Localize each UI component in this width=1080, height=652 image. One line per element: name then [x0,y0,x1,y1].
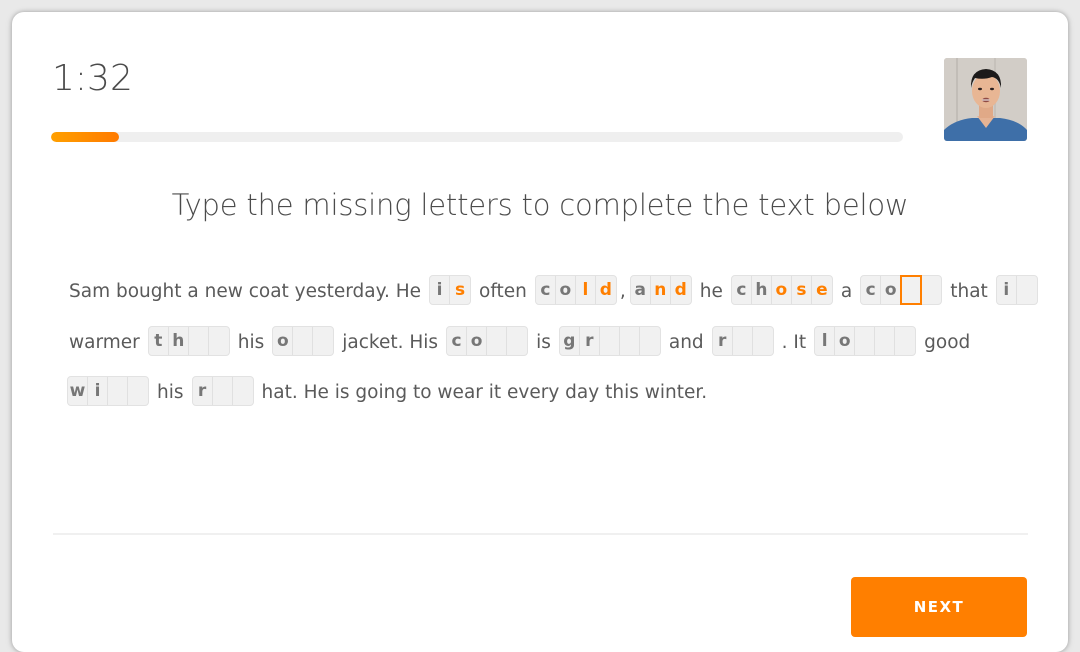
given-letter-cell: r [580,326,600,355]
given-letter-cell: c [861,276,882,304]
passage-text-segment: his [157,382,184,403]
given-letter-cell: h [169,326,189,355]
letter-cell[interactable] [293,326,314,355]
letter-cell[interactable] [1017,276,1037,304]
active-letter-cell[interactable] [900,275,923,305]
next-button[interactable]: NEXT [851,577,1027,637]
passage-text-segment: and [668,331,704,353]
passage-text-segment: a [840,281,853,302]
passage-text-segment: , [619,281,626,302]
letter-cell[interactable] [620,326,640,355]
passage-text-segment: he [699,281,723,302]
letter-cell[interactable] [640,327,660,355]
letter-cell[interactable] [753,327,773,355]
missing-letters-input[interactable]: r [711,325,774,356]
missing-letters-input[interactable]: is [429,275,471,305]
letter-cell[interactable] [213,377,233,405]
letter-cell[interactable]: l [576,276,596,304]
passage-text-segment: . It [781,331,807,353]
letter-cell[interactable] [108,377,128,405]
passage-text-segment: that [950,281,988,302]
given-letter-cell: w [68,377,88,405]
letter-cell[interactable] [921,276,941,304]
test-card: 1:32 Type the missing letters to complet… [12,12,1068,652]
passage-text-segment: is [536,331,551,353]
missing-letters-input[interactable]: wi [67,376,149,406]
missing-letters-input[interactable]: lo [814,325,917,356]
letter-cell[interactable]: n [651,276,671,304]
given-letter-cell: c [536,276,556,304]
letter-cell[interactable]: d [596,276,616,304]
webcam-avatar [944,58,1027,141]
given-letter-cell: i [997,276,1017,304]
footer-divider [53,533,1028,535]
given-letter-cell: h [752,276,772,304]
given-letter-cell: c [732,276,752,304]
missing-letters-input[interactable]: th [147,325,230,356]
countdown-timer: 1:32 [52,58,133,99]
letter-cell[interactable]: o [772,276,792,304]
letter-cell[interactable] [895,327,915,355]
letter-cell[interactable]: e [812,276,832,304]
given-letter-cell: o [881,276,902,304]
passage-text: Sam bought a new coat yesterday. He i s oft… [64,267,1044,419]
missing-letters-input[interactable]: co [860,275,943,305]
given-letter-cell: o [556,276,576,304]
letter-cell[interactable]: s [450,276,470,304]
missing-letters-input[interactable]: r [191,376,254,406]
instruction-heading: Type the missing letters to complete the… [171,188,909,222]
letter-cell[interactable] [600,326,620,355]
given-letter-cell: r [713,326,733,355]
given-letter-cell: c [447,326,468,355]
missing-letters-input[interactable]: cold [534,275,617,305]
progress-bar [51,132,903,142]
given-letter-cell: o [467,326,488,355]
passage-text-segment: his [237,331,265,353]
letter-cell[interactable] [209,327,229,355]
passage-text-segment: good [924,331,971,353]
passage-text-segment: jacket. His [342,331,439,353]
passage-text-segment: Sam bought a new coat yesterday. He [69,281,421,302]
letter-cell[interactable]: d [671,276,691,304]
passage-text-segment: often [479,281,527,302]
letter-cell[interactable] [189,326,209,355]
given-letter-cell: r [193,377,213,405]
letter-cell[interactable] [507,327,527,355]
given-letter-cell: o [835,326,856,355]
progress-fill [51,132,120,142]
given-letter-cell: i [430,276,450,304]
missing-letters-input[interactable]: co [446,325,529,356]
letter-cell[interactable] [487,326,508,355]
given-letter-cell: g [560,326,580,355]
user-video-avatar-icon [944,58,1027,141]
letter-cell[interactable] [875,326,896,355]
letter-cell[interactable] [313,327,333,355]
given-letter-cell: l [815,326,836,355]
given-letter-cell: o [273,326,294,355]
given-letter-cell: i [88,377,108,405]
missing-letters-input[interactable]: gr [558,325,661,356]
given-letter-cell: a [631,276,651,304]
letter-cell[interactable] [733,326,753,355]
missing-letters-input[interactable]: and [629,275,692,305]
letter-cell[interactable]: s [792,276,812,304]
missing-letters-input[interactable]: o [272,325,335,356]
missing-letters-input[interactable]: i [995,275,1038,305]
letter-cell[interactable] [855,326,876,355]
letter-cell[interactable] [128,377,148,405]
given-letter-cell: t [149,326,169,355]
missing-letters-input[interactable]: chose [730,275,833,305]
passage-text-segment: warmer [69,331,140,353]
passage-text-segment: hat. He is going to wear it every day th… [261,382,708,403]
letter-cell[interactable] [233,377,253,405]
